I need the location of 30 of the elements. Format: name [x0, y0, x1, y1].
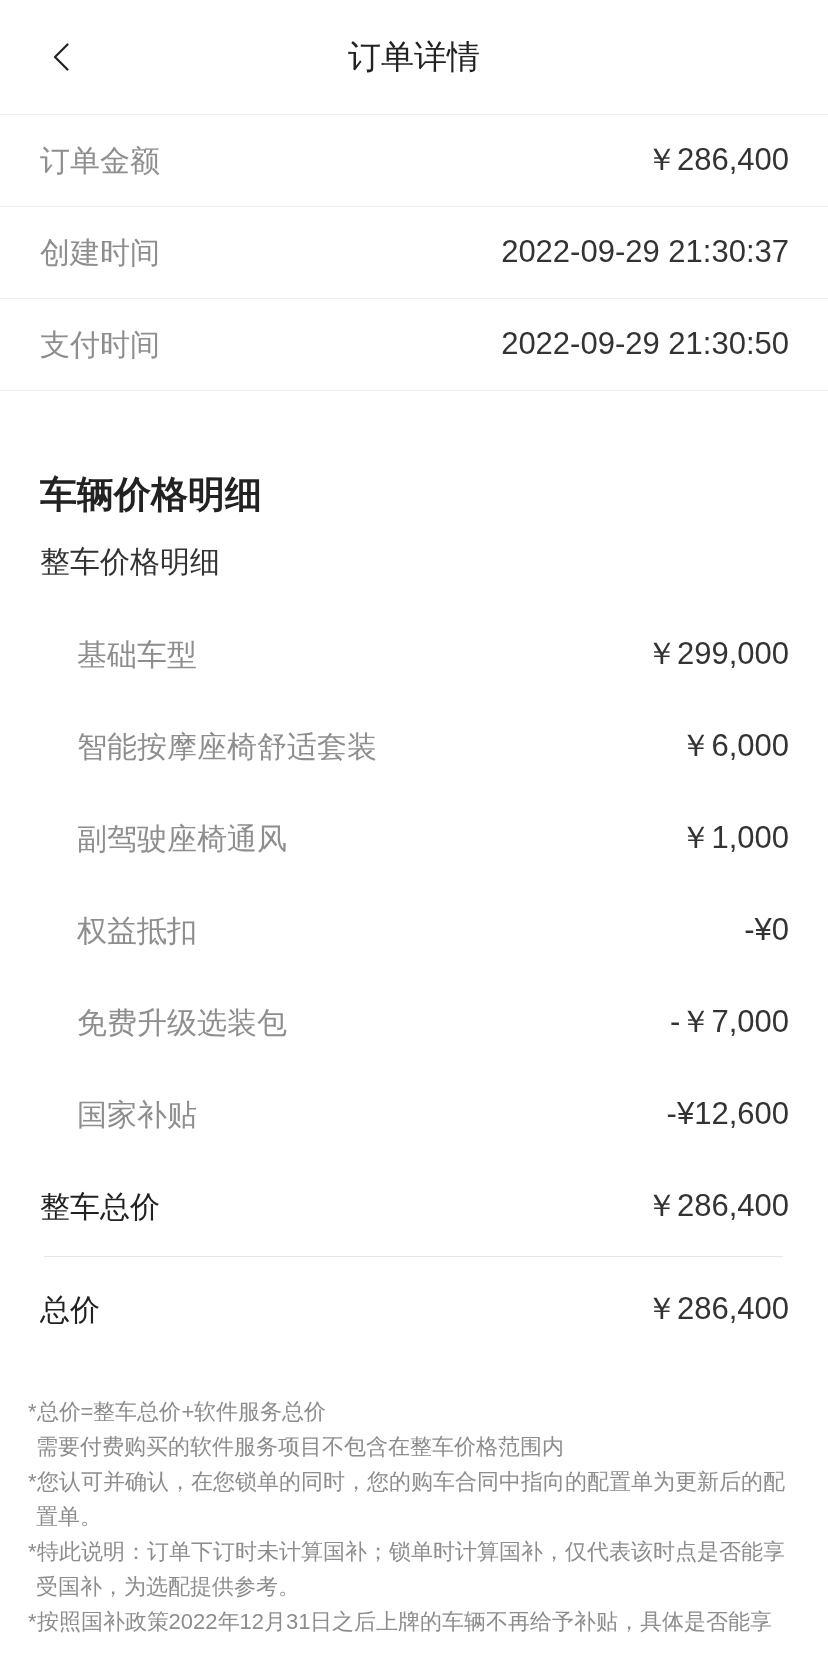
total-label: 总价 [40, 1291, 100, 1328]
footnote: *特此说明：订单下订时未计算国补；锁单时计算国补，仅代表该时点是否能享 受国补，为选配提供参考。 [28, 1538, 785, 1601]
field-label: 支付时间 [40, 327, 160, 363]
price-item-value: -￥7,000 [670, 1002, 789, 1041]
field-value: 2022-09-29 21:30:50 [501, 325, 789, 364]
price-item-label: 副驾驶座椅通风 [77, 820, 287, 857]
footnote: *总价=整车总价+软件服务总价 需要付费购买的软件服务项目不包含在整车价格范围内 [28, 1398, 564, 1461]
price-item-value: -¥12,600 [666, 1094, 789, 1133]
footnote: *按照国补政策2022年12月31日之后上牌的车辆不再给予补贴，具体是否能享 [28, 1608, 773, 1636]
subtotal-label: 整车总价 [40, 1188, 160, 1225]
field-value: ￥286,400 [645, 141, 789, 180]
page-title: 订单详情 [348, 37, 480, 77]
price-item-value: -¥0 [744, 910, 789, 949]
total-value: ￥286,400 [645, 1289, 789, 1328]
price-item-value: ￥299,000 [645, 634, 789, 673]
section-title: 车辆价格明细 [40, 473, 262, 517]
section-subtitle: 整车价格明细 [40, 544, 220, 580]
price-item-value: ￥1,000 [680, 818, 789, 857]
chevron-left-icon [53, 43, 69, 71]
footnote: *您认可并确认，在您锁单的同时，您的购车合同中指向的配置单为更新后的配 置单。 [28, 1468, 785, 1531]
price-item-label: 权益抵扣 [77, 912, 197, 949]
subtotal-value: ￥286,400 [645, 1186, 789, 1225]
field-label: 订单金额 [40, 143, 160, 179]
price-item-label: 基础车型 [77, 636, 197, 673]
price-item-label: 智能按摩座椅舒适套装 [77, 728, 377, 765]
field-label: 创建时间 [40, 235, 160, 271]
price-item-value: ￥6,000 [680, 726, 789, 765]
price-item-label: 国家补贴 [77, 1096, 197, 1133]
price-item-label: 免费升级选装包 [77, 1004, 287, 1041]
field-value: 2022-09-29 21:30:37 [501, 233, 789, 272]
